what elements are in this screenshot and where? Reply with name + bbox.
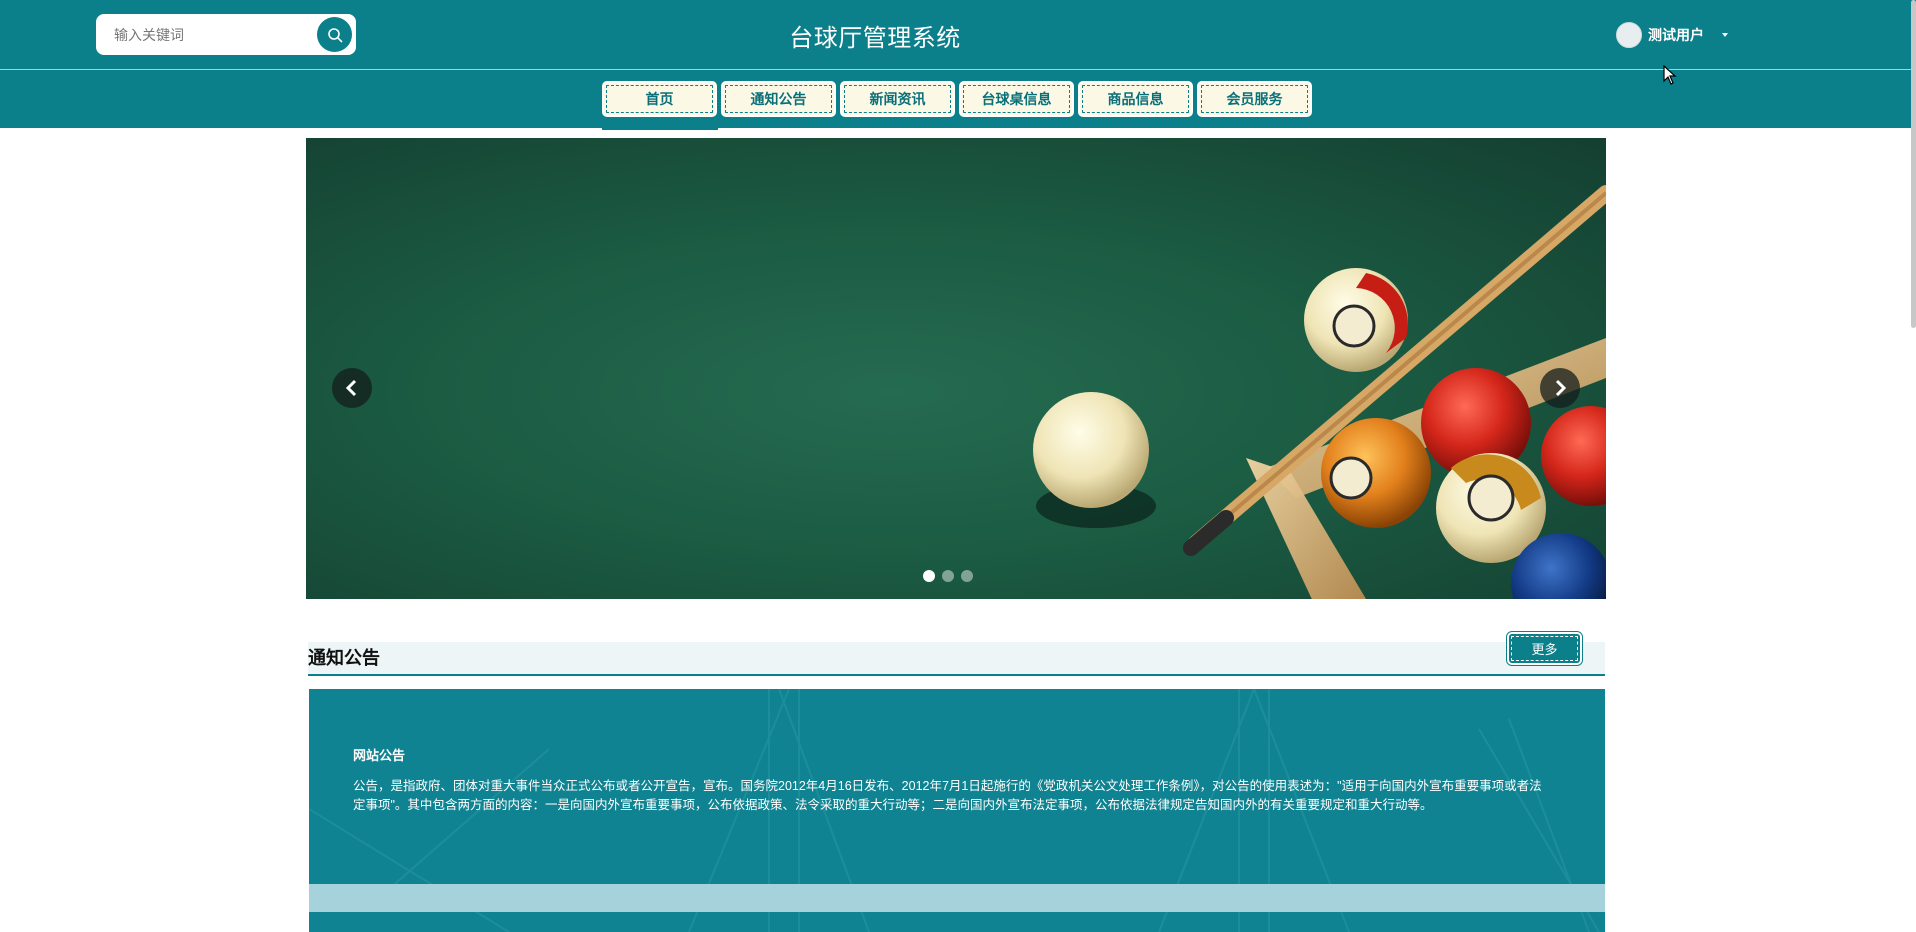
top-header: 台球厅管理系统 测试用户 bbox=[0, 0, 1916, 70]
user-name: 测试用户 bbox=[1648, 27, 1704, 43]
chevron-down-icon bbox=[1722, 33, 1728, 37]
carousel-dot-1[interactable] bbox=[923, 570, 935, 582]
carousel-dot-3[interactable] bbox=[961, 570, 973, 582]
section-title: 通知公告 bbox=[308, 648, 380, 668]
carousel-indicators bbox=[923, 570, 980, 582]
chevron-right-icon bbox=[1555, 379, 1567, 397]
notice-card-title: 网站公告 bbox=[353, 748, 406, 763]
page-scrollbar[interactable] bbox=[1911, 0, 1916, 328]
notice-section-header: 通知公告 bbox=[308, 642, 1605, 676]
carousel-dot-2[interactable] bbox=[942, 570, 954, 582]
notice-divider-strip bbox=[309, 884, 1605, 912]
nav-item-notices[interactable]: 通知公告 bbox=[721, 81, 836, 117]
nav-item-products[interactable]: 商品信息 bbox=[1078, 81, 1193, 117]
nav-item-home[interactable]: 首页 bbox=[602, 81, 717, 117]
nav-list: 首页 通知公告 新闻资讯 台球桌信息 商品信息 会员服务 bbox=[602, 81, 1316, 117]
user-menu[interactable]: 测试用户 bbox=[1616, 22, 1728, 48]
nav-item-membership[interactable]: 会员服务 bbox=[1197, 81, 1312, 117]
nav-active-indicator bbox=[602, 128, 718, 130]
billiards-image bbox=[1033, 185, 1606, 599]
nav-item-news[interactable]: 新闻资讯 bbox=[840, 81, 955, 117]
carousel-next-button[interactable] bbox=[1540, 368, 1580, 408]
site-title: 台球厅管理系统 bbox=[789, 25, 961, 52]
avatar bbox=[1616, 22, 1642, 48]
nav-item-tables[interactable]: 台球桌信息 bbox=[959, 81, 1074, 117]
banner-carousel[interactable] bbox=[306, 138, 1606, 599]
main-nav: 首页 通知公告 新闻资讯 台球桌信息 商品信息 会员服务 bbox=[0, 70, 1916, 128]
more-button[interactable]: 更多 bbox=[1507, 632, 1582, 665]
mouse-cursor-icon bbox=[1663, 65, 1677, 85]
notice-card-text: 公告，是指政府、团体对重大事件当众正式公布或者公开宣告，宣布。国务院2012年4… bbox=[353, 779, 1542, 812]
chevron-left-icon bbox=[345, 379, 357, 397]
notice-card[interactable]: 网站公告 公告，是指政府、团体对重大事件当众正式公布或者公开宣告，宣布。国务院2… bbox=[309, 689, 1605, 932]
carousel-prev-button[interactable] bbox=[332, 368, 372, 408]
